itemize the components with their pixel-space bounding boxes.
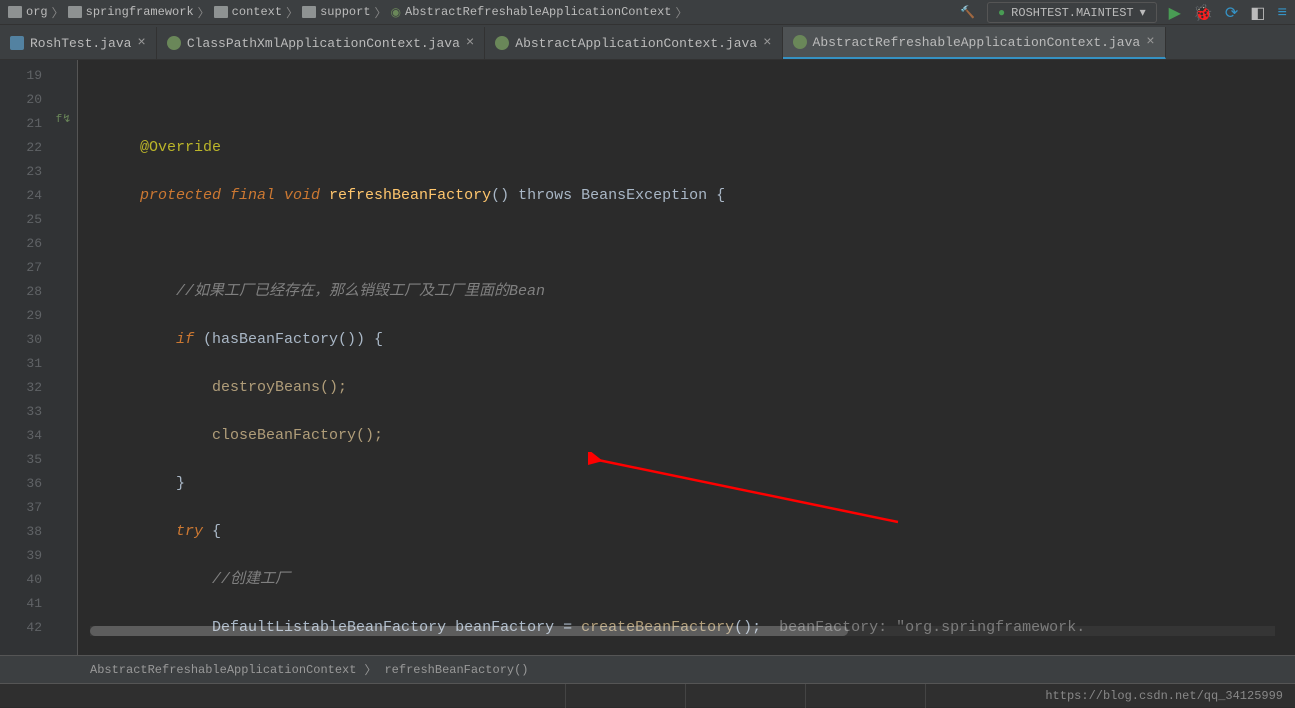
breadcrumb-item[interactable]: context <box>214 5 282 19</box>
breadcrumb-bar: org〉 springframework〉 context〉 support〉 … <box>0 0 1295 25</box>
folder-icon <box>214 6 228 18</box>
tab-abstractapp[interactable]: AbstractApplicationContext.java× <box>485 27 782 59</box>
breadcrumb-item[interactable]: support <box>302 5 370 19</box>
line-gutter: 1920212223242526272829303132333435363738… <box>0 60 50 655</box>
crumb-class[interactable]: AbstractRefreshableApplicationContext <box>90 663 356 677</box>
java-icon <box>10 36 24 50</box>
gutter-icons: f↯ <box>50 60 78 655</box>
status-bar: https://blog.csdn.net/qq_34125999 <box>0 683 1295 707</box>
tab-roshtest[interactable]: RoshTest.java× <box>0 27 157 59</box>
editor-area[interactable]: 1920212223242526272829303132333435363738… <box>0 60 1295 655</box>
folder-icon <box>68 6 82 18</box>
coverage-icon[interactable]: ⟳ <box>1225 3 1238 23</box>
debug-icon[interactable]: 🐞 <box>1193 3 1213 23</box>
breadcrumb-item[interactable]: springframework <box>68 5 194 19</box>
folder-icon <box>8 6 22 18</box>
class-icon <box>167 36 181 50</box>
close-icon[interactable]: × <box>466 35 474 51</box>
run-icon[interactable]: ▶ <box>1169 3 1181 23</box>
breadcrumb-item[interactable]: org <box>8 5 48 19</box>
scrollbar-thumb[interactable] <box>90 626 848 636</box>
horizontal-scrollbar[interactable] <box>90 626 1275 636</box>
watermark: https://blog.csdn.net/qq_34125999 <box>1045 689 1283 703</box>
code-area[interactable]: @Override protected final void refreshBe… <box>78 60 1295 655</box>
run-config-dropdown[interactable]: ●ROSHTEST.MAINTEST▾ <box>987 2 1157 23</box>
folder-icon <box>302 6 316 18</box>
tab-abstractrefreshable[interactable]: AbstractRefreshableApplicationContext.ja… <box>783 27 1166 59</box>
class-icon <box>495 36 509 50</box>
close-icon[interactable]: × <box>1146 34 1154 50</box>
editor-tabs: RoshTest.java× ClassPathXmlApplicationCo… <box>0 25 1295 60</box>
hammer-icon[interactable]: 🔨 <box>960 5 975 20</box>
action-icon[interactable]: ≡ <box>1277 4 1287 22</box>
close-icon[interactable]: × <box>137 35 145 51</box>
structure-breadcrumb: AbstractRefreshableApplicationContext〉re… <box>0 655 1295 683</box>
stop-icon[interactable]: ◧ <box>1250 3 1265 23</box>
class-icon <box>793 35 807 49</box>
breadcrumb-item[interactable]: ◉AbstractRefreshableApplicationContext <box>391 5 672 20</box>
override-icon[interactable]: f↯ <box>50 112 77 136</box>
crumb-method[interactable]: refreshBeanFactory() <box>384 663 528 677</box>
tab-classpathxml[interactable]: ClassPathXmlApplicationContext.java× <box>157 27 485 59</box>
close-icon[interactable]: × <box>763 35 771 51</box>
toolbar: 🔨 ●ROSHTEST.MAINTEST▾ ▶ 🐞 ⟳ ◧ ≡ <box>960 0 1287 25</box>
